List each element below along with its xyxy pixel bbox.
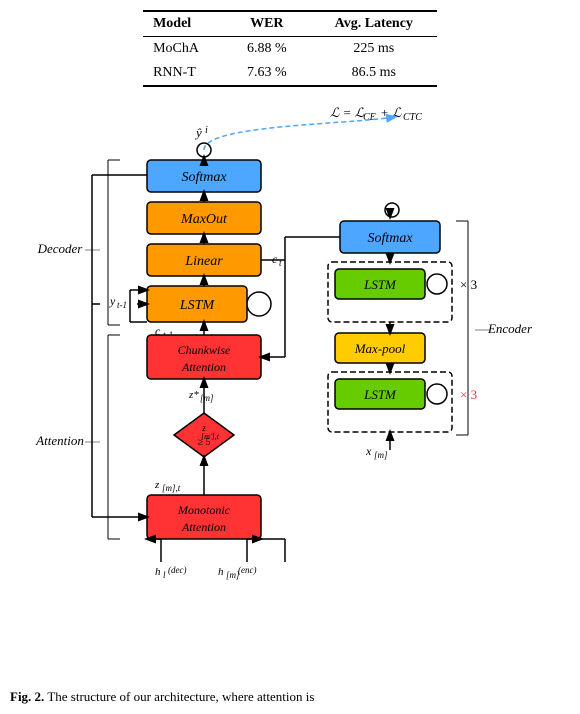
x-m-sub: [m] — [374, 450, 388, 460]
col-wer: WER — [223, 11, 311, 37]
x3-bot-label: × 3 — [460, 387, 477, 402]
table-section: Model WER Avg. Latency MoChA 6.88 % 225 … — [0, 0, 580, 87]
formula-sub-ce: CE — [363, 112, 376, 123]
maxpool-label: Max-pool — [354, 341, 406, 356]
y-hat-sub: i — [205, 125, 208, 136]
caption-text: The structure of our architecture, where… — [47, 689, 314, 704]
col-model: Model — [143, 11, 223, 37]
lstm-enc-bot-label: LSTM — [363, 387, 397, 402]
y-prev-label: y — [109, 294, 116, 308]
y-hat-label: ŷ — [194, 125, 202, 140]
ct-label: c — [272, 252, 278, 266]
monotonic-label2: Attention — [181, 520, 226, 534]
latency-value: 225 ms — [311, 37, 437, 62]
h-enc-sup: (enc) — [238, 565, 256, 575]
model-name: MoChA — [143, 37, 223, 62]
output-circle-enc — [385, 203, 399, 217]
y-prev-sub: t-1 — [117, 300, 127, 310]
z-ml-sub: [m],t — [162, 483, 181, 493]
formula-sub-ctc: CTC — [403, 112, 422, 123]
wer-value: 6.88 % — [223, 37, 311, 62]
lstm-enc-top-label: LSTM — [363, 277, 397, 292]
formula-text: ℒ = ℒ — [330, 105, 365, 120]
h-dec-label: h — [155, 566, 161, 578]
lstm-enc-bot-circle — [427, 384, 447, 404]
architecture-diagram: ℒ = ℒ CE + ℒ CTC ŷ i Softmax MaxOut Line… — [0, 95, 580, 685]
linear-label: Linear — [184, 254, 223, 269]
latency-value: 86.5 ms — [311, 61, 437, 86]
maxout-label: MaxOut — [180, 212, 228, 227]
monotonic-label1: Monotonic — [177, 503, 231, 517]
wer-value: 7.63 % — [223, 61, 311, 86]
softmax-dec-label: Softmax — [181, 170, 227, 185]
chunkwise-label2: Attention — [181, 360, 226, 374]
diagram-section: ℒ = ℒ CE + ℒ CTC ŷ i Softmax MaxOut Line… — [0, 95, 580, 685]
col-latency: Avg. Latency — [311, 11, 437, 37]
lstm-dec-circle — [247, 292, 271, 316]
results-table: Model WER Avg. Latency MoChA 6.88 % 225 … — [143, 10, 437, 87]
table-row: RNN-T 7.63 % 86.5 ms — [143, 61, 437, 86]
z-ml-label: z — [154, 479, 160, 491]
decoder-label: Decoder — [37, 241, 84, 256]
h-dec-sup: (dec) — [168, 565, 186, 575]
figure-label: Fig. 2. — [10, 689, 44, 704]
z-star-sub: [m] — [200, 393, 214, 403]
lstm-enc-top-circle — [427, 274, 447, 294]
x-m-label: x — [365, 444, 372, 458]
diamond-eq: ≥ 5 — [198, 437, 211, 448]
figure-caption: Fig. 2. The structure of our architectur… — [0, 685, 580, 705]
table-row: MoChA 6.88 % 225 ms — [143, 37, 437, 62]
z-star-label: z* — [188, 389, 199, 401]
softmax-enc-label: Softmax — [367, 231, 413, 246]
h-enc-label: h — [218, 566, 224, 578]
attention-label: Attention — [35, 433, 84, 448]
lstm-dec-label: LSTM — [179, 298, 216, 313]
model-name: RNN-T — [143, 61, 223, 86]
chunkwise-label1: Chunkwise — [178, 343, 231, 357]
h-dec-sub1: l — [163, 570, 166, 580]
x3-top-label: × 3 — [460, 277, 477, 292]
encoder-label: Encoder — [487, 321, 533, 336]
